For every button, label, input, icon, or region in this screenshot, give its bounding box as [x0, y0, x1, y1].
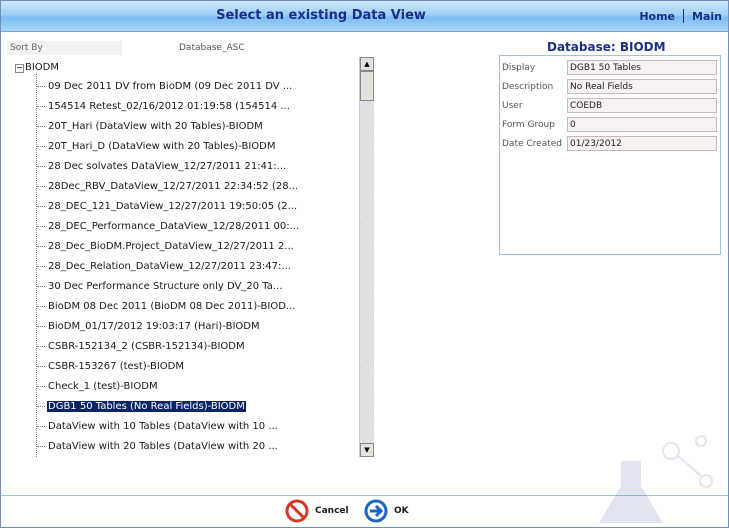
tree-branch-connector	[37, 85, 45, 87]
tree-item-label: 28_Dec_Relation_DataView_12/27/2011 23:4…	[48, 261, 291, 272]
tree-branch-connector	[37, 425, 45, 427]
title-bar: Select an existing Data View Home Main	[1, 1, 728, 32]
detail-row-description: Description No Real Fields	[500, 79, 720, 97]
cancel-button[interactable]: Cancel	[285, 498, 349, 524]
scroll-down-icon[interactable]: ▼	[360, 443, 374, 457]
scroll-up-icon[interactable]: ▲	[360, 57, 374, 71]
cancel-label: Cancel	[315, 506, 349, 516]
tree-item-label: DataView with 20 Tables (DataView with 2…	[48, 441, 278, 452]
tree-branch-connector	[37, 365, 45, 367]
detail-row-date-created: Date Created 01/23/2012	[500, 136, 720, 154]
home-link[interactable]: Home	[639, 10, 675, 23]
tree-item-label: DGB1 50 Tables (No Real Fields)-BIODM	[47, 401, 246, 412]
tree-branch-connector	[37, 185, 45, 187]
detail-key: Form Group	[502, 120, 555, 130]
details-title: Database: BIODM	[547, 40, 666, 54]
tree-item[interactable]: 28_DEC_Performance_DataView_12/28/2011 0…	[37, 220, 300, 234]
detail-row-form-group: Form Group 0	[500, 117, 720, 135]
tree-item[interactable]: 20T_Hari_D (DataView with 20 Tables)-BIO…	[37, 140, 276, 154]
tree-item[interactable]: 28_Dec_Relation_DataView_12/27/2011 23:4…	[37, 260, 292, 274]
detail-value: 01/23/2012	[567, 136, 717, 151]
tree-branch-connector	[37, 105, 45, 107]
tree-item[interactable]: 154514 Retest_02/16/2012 01:19:58 (15451…	[37, 100, 291, 114]
tree-item-label: BioDM 08 Dec 2011 (BioDM 08 Dec 2011)-BI…	[48, 301, 296, 312]
tree-branch-connector	[37, 145, 45, 147]
tree-item[interactable]: BioDM_01/17/2012 19:03:17 (Hari)-BIODM	[37, 320, 261, 334]
tree-branch-connector	[37, 385, 45, 387]
sort-by-value[interactable]: Database_ASC	[179, 41, 245, 55]
tree-item[interactable]: 28 Dec solvates DataView_12/27/2011 21:4…	[37, 160, 287, 174]
tree-branch-connector	[37, 265, 45, 267]
tree-item[interactable]: CSBR-152134_2 (CSBR-152134)-BIODM	[37, 340, 246, 354]
tree-item-label: 20T_Hari (DataView with 20 Tables)-BIODM	[48, 121, 263, 132]
tree-item-label: DataView with 10 Tables (DataView with 1…	[48, 421, 278, 432]
tree-item[interactable]: 28Dec_RBV_DataView_12/27/2011 22:34:52 (…	[37, 180, 299, 194]
header-nav: Home Main	[639, 9, 722, 23]
tree-item-label: 28Dec_RBV_DataView_12/27/2011 22:34:52 (…	[48, 181, 299, 192]
detail-value: 0	[567, 117, 717, 132]
tree-item-label: 28 Dec solvates DataView_12/27/2011 21:4…	[48, 161, 287, 172]
detail-row-display: Display DGB1 50 Tables	[500, 60, 720, 78]
tree-item-label: 154514 Retest_02/16/2012 01:19:58 (15451…	[48, 101, 290, 112]
nav-divider	[683, 9, 685, 23]
tree-item[interactable]: DataView with 20 Tables (DataView with 2…	[37, 440, 279, 454]
tree-item-label: CSBR-153267 (test)-BIODM	[48, 361, 184, 372]
tree-item-label: 28_DEC_Performance_DataView_12/28/2011 0…	[48, 221, 300, 232]
tree-item[interactable]: 28_Dec_BioDM.Project_DataView_12/27/2011…	[37, 240, 295, 254]
details-panel: Display DGB1 50 Tables Description No Re…	[499, 55, 721, 255]
lab-flask-watermark-icon	[599, 435, 713, 523]
detail-key: Description	[502, 82, 554, 92]
detail-key: Display	[502, 63, 536, 73]
tree-branch-connector	[37, 345, 45, 347]
tree-item-label: 20T_Hari_D (DataView with 20 Tables)-BIO…	[48, 141, 276, 152]
tree-item-label: 09 Dec 2011 DV from BioDM (09 Dec 2011 D…	[48, 81, 293, 92]
dialog-title: Select an existing Data View	[216, 8, 426, 23]
cancel-icon	[285, 499, 309, 523]
tree-item[interactable]: 28_DEC_121_DataView_12/27/2011 19:50:05 …	[37, 200, 298, 214]
tree-branch-connector	[37, 445, 45, 447]
tree-item-label: 30 Dec Performance Structure only DV_20 …	[48, 281, 283, 292]
tree-item-label: CSBR-152134_2 (CSBR-152134)-BIODM	[48, 341, 245, 352]
tree-item[interactable]: Check_1 (test)-BIODM	[37, 380, 159, 394]
dialog-window: Select an existing Data View Home Main So…	[0, 0, 729, 528]
tree-root-label: BIODM	[25, 62, 60, 73]
tree-item[interactable]: 30 Dec Performance Structure only DV_20 …	[37, 280, 283, 294]
scrollbar-thumb[interactable]	[360, 71, 374, 101]
tree-item[interactable]: DataView with 10 Tables (DataView with 1…	[37, 420, 279, 434]
detail-value: COEDB	[567, 98, 717, 113]
tree-item-label: Check_1 (test)-BIODM	[48, 381, 158, 392]
dataview-tree[interactable]: − BIODM 09 Dec 2011 DV from BioDM (09 De…	[15, 59, 359, 457]
tree-item[interactable]: 09 Dec 2011 DV from BioDM (09 Dec 2011 D…	[37, 80, 293, 94]
detail-row-user: User COEDB	[500, 98, 720, 116]
tree-item-label: BioDM_01/17/2012 19:03:17 (Hari)-BIODM	[48, 321, 260, 332]
tree-branch-connector	[37, 285, 45, 287]
tree-branch-connector	[37, 405, 45, 407]
ok-label: OK	[394, 506, 409, 516]
tree-item-label: 28_DEC_121_DataView_12/27/2011 19:50:05 …	[48, 201, 298, 212]
tree-item[interactable]: 20T_Hari (DataView with 20 Tables)-BIODM	[37, 120, 264, 134]
detail-value: No Real Fields	[567, 79, 717, 94]
main-link[interactable]: Main	[692, 10, 722, 23]
tree-branch-connector	[37, 305, 45, 307]
tree-scrollbar[interactable]: ▲ ▼	[359, 57, 374, 457]
collapse-icon[interactable]: −	[15, 64, 24, 73]
tree-item[interactable]: CSBR-153267 (test)-BIODM	[37, 360, 185, 374]
detail-key: Date Created	[502, 139, 562, 149]
sort-by-label[interactable]: Sort By	[7, 41, 122, 55]
ok-arrow-icon	[364, 499, 388, 523]
tree-branch-connector	[37, 125, 45, 127]
ok-button[interactable]: OK	[364, 498, 409, 524]
tree-item-label: 28_Dec_BioDM.Project_DataView_12/27/2011…	[48, 241, 294, 252]
tree-branch-connector	[37, 325, 45, 327]
tree-branch-connector	[37, 245, 45, 247]
tree-branch-connector	[37, 205, 45, 207]
tree-branch-connector	[37, 225, 45, 227]
detail-key: User	[502, 101, 523, 111]
detail-value: DGB1 50 Tables	[567, 60, 717, 75]
tree-item[interactable]: BioDM 08 Dec 2011 (BioDM 08 Dec 2011)-BI…	[37, 300, 296, 314]
tree-item[interactable]: DGB1 50 Tables (No Real Fields)-BIODM	[37, 400, 246, 414]
tree-branch-connector	[37, 165, 45, 167]
